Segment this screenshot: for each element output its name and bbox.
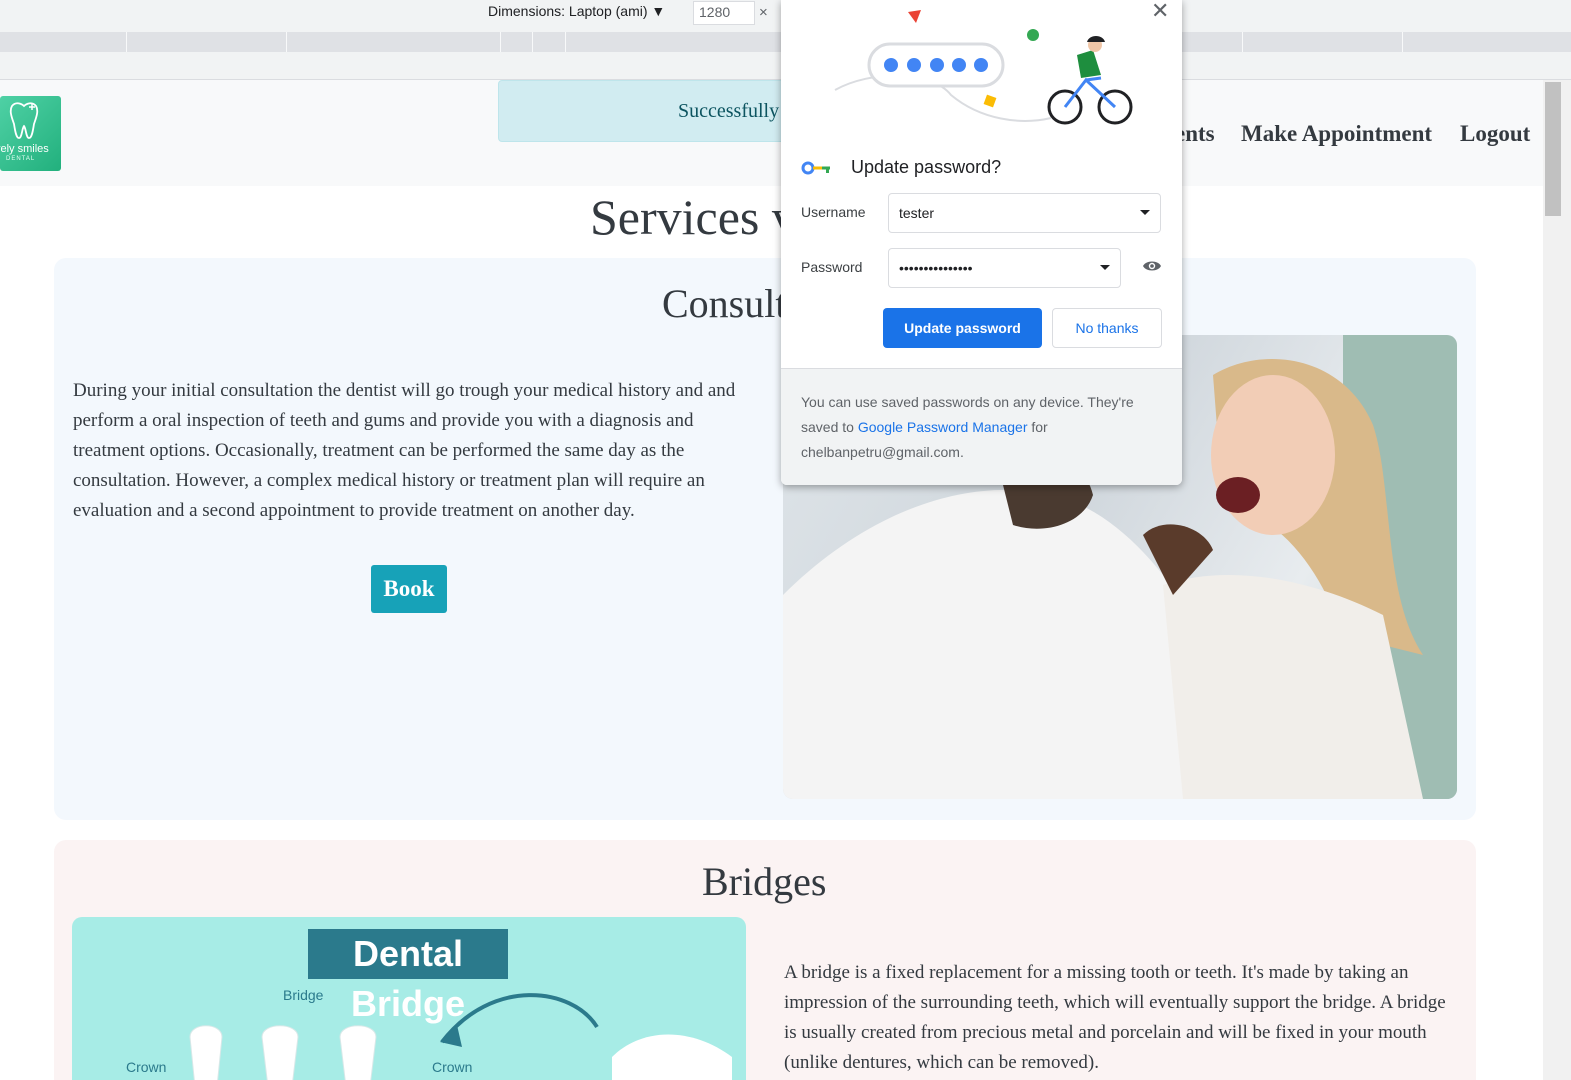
logo-text: vely smiles [0, 143, 49, 155]
google-password-manager-link[interactable]: Google Password Manager [858, 419, 1028, 435]
consultation-card: Consult During your initial consultation… [54, 258, 1476, 820]
nav-link-make-appointment[interactable]: Make Appointment [1241, 121, 1432, 147]
ruler-tick [565, 32, 566, 52]
ruler-tick [286, 32, 287, 52]
password-field[interactable]: ••••••••••••••• [888, 248, 1121, 288]
page-title: Services v [590, 189, 797, 245]
account-email: chelbanpetru@gmail.com. [801, 444, 964, 460]
ruler-tick [1402, 32, 1403, 52]
book-button[interactable]: Book [371, 565, 447, 613]
teeth-illustration [189, 993, 732, 1080]
ruler-tick [126, 32, 127, 52]
dimensions-dropdown[interactable]: Dimensions: Laptop (ami) ▼ [488, 3, 665, 19]
nav-link-logout[interactable]: Logout [1460, 121, 1530, 147]
bridges-title: Bridges [702, 859, 827, 904]
close-icon[interactable]: ✕ [1151, 0, 1169, 24]
dental-bridge-image: Dental Bridge Bridge Crown Crown [72, 917, 746, 1080]
username-field[interactable]: tester [888, 193, 1161, 233]
popup-title: Update password? [851, 157, 1002, 177]
width-input[interactable]: 1280 [693, 1, 755, 25]
chevron-down-icon[interactable] [1140, 210, 1150, 215]
footer-text-suffix: for [1027, 419, 1048, 435]
web-page: vely smiles DENTAL Successfully ents Mak… [0, 80, 1543, 1080]
bridges-card: Bridges Dental Bridge Bridge Crown Crown… [54, 840, 1476, 1080]
tooth-icon [9, 102, 39, 139]
password-label: Password [801, 259, 863, 275]
navbar: vely smiles DENTAL Successfully ents Mak… [0, 80, 1543, 186]
site-logo[interactable]: vely smiles DENTAL [0, 96, 61, 171]
username-label: Username [801, 204, 866, 220]
ruler-tick [532, 32, 533, 52]
page-scrollbar[interactable] [1543, 80, 1571, 1080]
logo-subtext: DENTAL [6, 156, 36, 162]
dimensions-separator-icon: × [759, 4, 768, 21]
key-icon [801, 161, 830, 175]
success-alert: Successfully [498, 80, 828, 142]
consultation-title: Consult [662, 281, 787, 326]
ruler-tick [1242, 32, 1243, 52]
chevron-down-icon[interactable] [1100, 265, 1110, 270]
password-illustration [834, 10, 1133, 125]
eye-icon[interactable] [1142, 258, 1162, 274]
username-value: tester [899, 205, 935, 221]
scrollbar-thumb[interactable] [1545, 82, 1561, 216]
no-thanks-button[interactable]: No thanks [1052, 308, 1162, 348]
consultation-description: During your initial consultation the den… [73, 380, 736, 521]
update-password-button[interactable]: Update password [883, 308, 1042, 348]
password-value: ••••••••••••••• [899, 260, 973, 276]
update-password-popup: ✕ Update password? Username tester Passw… [781, 0, 1182, 485]
popup-footer: You can use saved passwords on any devic… [781, 368, 1182, 485]
bridges-description: A bridge is a fixed replacement for a mi… [784, 962, 1446, 1073]
ruler-tick [500, 32, 501, 52]
